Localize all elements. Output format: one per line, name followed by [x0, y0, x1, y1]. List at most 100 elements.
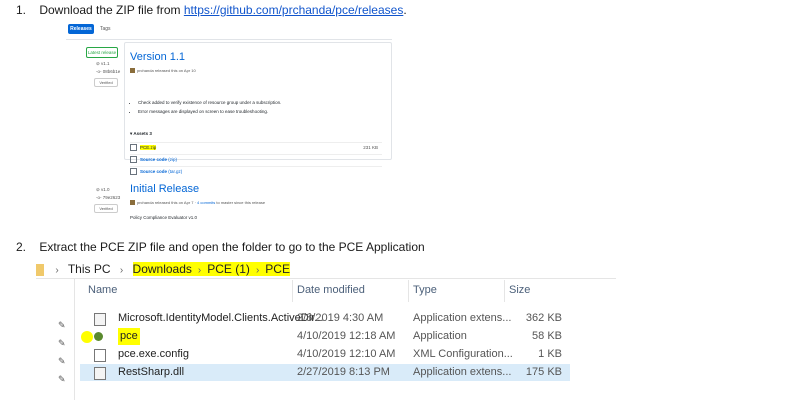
commit-hash: 79e2623	[102, 195, 121, 200]
config-file-icon	[94, 349, 106, 362]
commit-label[interactable]: -o- 79e2623	[96, 195, 120, 200]
release-notes: Check added to verify existence of resou…	[130, 98, 281, 116]
column-header-name[interactable]: Name	[88, 284, 117, 296]
file-date: 4/10/2019 12:10 AM	[297, 348, 396, 360]
folder-icon	[36, 263, 44, 276]
step-number: 2.	[16, 240, 27, 254]
tag-icon: ⊘	[96, 187, 100, 192]
commit-icon: -o-	[96, 69, 102, 74]
tag-label[interactable]: ⊘ v1.0	[96, 187, 110, 193]
breadcrumb-this-pc[interactable]: This PC	[68, 262, 111, 276]
commit-hash: 08b6b1e	[102, 69, 121, 74]
column-divider[interactable]	[408, 280, 409, 302]
dll-file-icon	[94, 313, 106, 326]
release-meta: prchanda released this on Apr 10	[130, 68, 196, 74]
breadcrumb-pce[interactable]: PCE	[265, 262, 290, 276]
assets-heading[interactable]: ▾ Assets 3	[130, 131, 152, 137]
commit-icon: -o-	[96, 195, 102, 200]
tab-releases[interactable]: Releases	[68, 24, 94, 34]
avatar	[130, 200, 135, 206]
latest-release-badge: Latest release	[86, 47, 118, 58]
file-type: XML Configuration...	[413, 348, 513, 360]
release-title[interactable]: Initial Release	[130, 183, 199, 195]
pin-icon[interactable]: ✎	[58, 356, 66, 367]
releases-link[interactable]: https://github.com/prchanda/pce/releases	[184, 3, 403, 17]
step-text-end: .	[403, 3, 407, 17]
dll-file-icon	[94, 367, 106, 380]
file-type: Application	[413, 330, 467, 342]
chevron-right-icon: ›	[119, 265, 124, 276]
file-size: 362 KB	[525, 312, 562, 324]
commits-link[interactable]: 4 commits	[197, 200, 215, 205]
list-item: Error messages are displayed on screen t…	[138, 107, 281, 116]
pin-icon[interactable]: ✎	[58, 374, 66, 385]
file-explorer: › This PC › Downloads › PCE (1) › PCE ✎ ✎ ✎ …	[36, 258, 616, 400]
breadcrumb-downloads[interactable]: Downloads	[133, 262, 192, 276]
pin-icon[interactable]: ✎	[58, 338, 66, 349]
pin-icon[interactable]: ✎	[58, 320, 66, 331]
file-date: 2/8/2019 4:30 AM	[297, 312, 384, 324]
asset-row[interactable]: Source code (tar.gz)	[130, 166, 382, 177]
release-meta: prchanda released this on Apr 7 · 4 comm…	[130, 200, 265, 206]
step-1-instruction: 1. Download the ZIP file from https://gi…	[16, 3, 407, 17]
file-type: Application extens...	[413, 366, 512, 378]
asset-name: Source code	[140, 169, 168, 174]
file-row[interactable]: pce.exe.config 4/10/2019 12:10 AM XML Co…	[80, 346, 570, 363]
tag-label[interactable]: ⊘ v1.1	[96, 61, 110, 67]
tag-name: v1.1	[101, 61, 110, 66]
commit-label[interactable]: -o- 08b6b1e	[96, 69, 120, 74]
breadcrumb-highlight: Downloads › PCE (1) › PCE	[132, 262, 290, 276]
step-number: 1.	[16, 3, 27, 17]
breadcrumb-pce-1[interactable]: PCE (1)	[207, 262, 250, 276]
asset-name: Source code	[140, 157, 168, 162]
file-date: 4/10/2019 12:18 AM	[297, 330, 396, 342]
file-size: 58 KB	[532, 330, 562, 342]
asset-row[interactable]: Source code (zip)	[130, 154, 382, 165]
step-2-instruction: 2. Extract the PCE ZIP file and open the…	[16, 240, 425, 254]
file-zip-icon	[130, 168, 137, 176]
file-type: Application extens...	[413, 312, 512, 324]
application-icon	[94, 332, 103, 341]
file-date: 2/27/2019 8:13 PM	[297, 366, 390, 378]
step-text: Download the ZIP file from	[39, 3, 184, 17]
tag-name: v1.0	[101, 187, 110, 192]
file-row[interactable]: pce 4/10/2019 12:18 AM Application 58 KB	[80, 328, 570, 345]
divider	[36, 278, 616, 279]
verified-badge: Verified	[94, 204, 118, 213]
asset-name: PCE.zip	[140, 145, 157, 150]
file-size: 1 KB	[538, 348, 562, 360]
column-divider[interactable]	[504, 280, 505, 302]
step-text: Extract the PCE ZIP file and open the fo…	[39, 240, 425, 254]
file-row[interactable]: RestSharp.dll 2/27/2019 8:13 PM Applicat…	[80, 364, 570, 381]
asset-row[interactable]: PCE.zip 231 KB	[130, 142, 382, 153]
file-zip-icon	[130, 156, 137, 164]
chevron-right-icon: ›	[255, 265, 260, 276]
file-name: Microsoft.IdentityModel.Clients.ActiveDi…	[118, 312, 324, 324]
release-meta-text: prchanda released this on Apr 10	[137, 68, 196, 73]
navigation-pane	[36, 279, 75, 400]
file-name-highlighted: pce	[118, 328, 140, 345]
asset-suffix: (zip)	[168, 157, 178, 162]
file-row[interactable]: Microsoft.IdentityModel.Clients.ActiveDi…	[80, 310, 570, 327]
release-title[interactable]: Version 1.1	[130, 51, 185, 63]
file-name: pce.exe.config	[118, 348, 189, 360]
column-header-type[interactable]: Type	[413, 284, 437, 296]
verified-badge: Verified	[94, 78, 118, 87]
asset-suffix: (tar.gz)	[168, 169, 183, 174]
list-item: Check added to verify existence of resou…	[138, 98, 281, 107]
chevron-right-icon: ›	[197, 265, 202, 276]
column-header-date[interactable]: Date modified	[297, 284, 365, 296]
column-divider[interactable]	[292, 280, 293, 302]
file-size: 175 KB	[525, 366, 562, 378]
release-body: Policy Compliance Evaluator v1.0	[130, 215, 198, 220]
avatar	[130, 68, 135, 74]
chevron-right-icon: ›	[55, 265, 59, 276]
column-header-size[interactable]: Size	[509, 284, 530, 296]
file-name: RestSharp.dll	[118, 366, 185, 378]
tag-icon: ⊘	[96, 61, 100, 66]
zip-file-icon	[130, 144, 137, 152]
github-releases-panel: Releases Tags Latest release ⊘ v1.1 -o- …	[66, 18, 396, 236]
tab-tags[interactable]: Tags	[100, 24, 111, 34]
breadcrumb: › This PC › Downloads › PCE (1) › PCE	[36, 260, 290, 278]
asset-size: 231 KB	[363, 145, 378, 150]
